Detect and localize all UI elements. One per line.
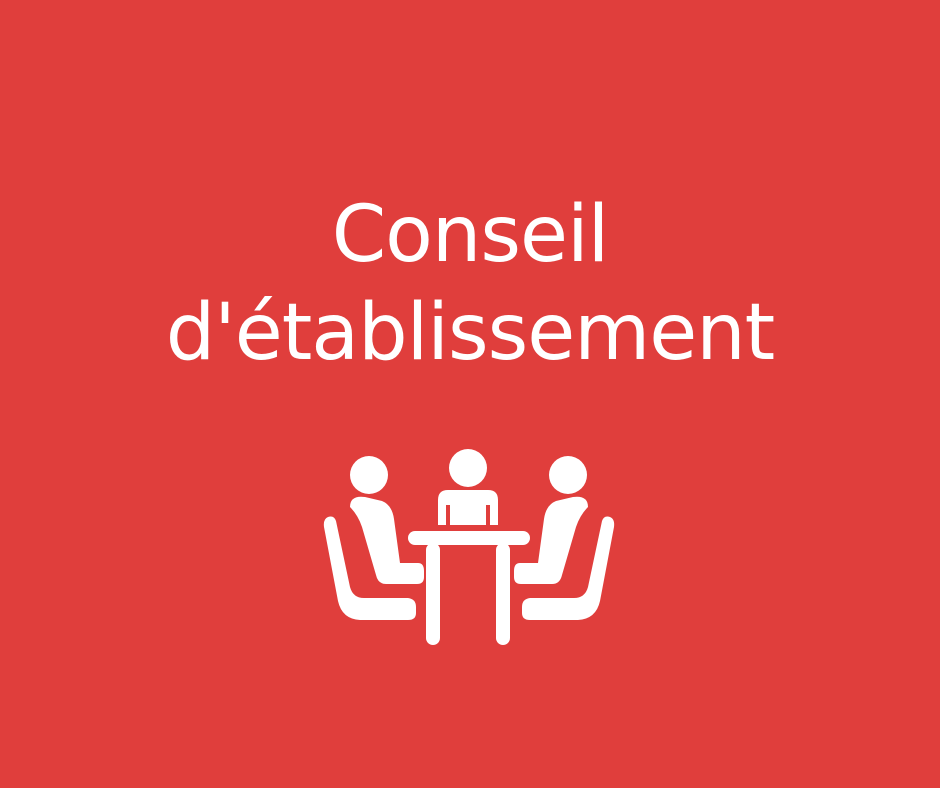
center-person-head [449, 449, 487, 487]
meeting-table-icon [323, 449, 615, 645]
right-person-head [549, 456, 587, 494]
title-line-1: Conseil [331, 190, 610, 280]
table-leg-right [496, 543, 510, 645]
center-person-body [438, 490, 498, 525]
card: Conseil d'établissement [0, 0, 940, 788]
page-title: Conseil d'établissement [0, 186, 940, 382]
title-line-2: d'établissement [165, 288, 775, 378]
table-leg-left [426, 543, 440, 645]
left-person-head [350, 456, 388, 494]
table-top [408, 531, 530, 545]
